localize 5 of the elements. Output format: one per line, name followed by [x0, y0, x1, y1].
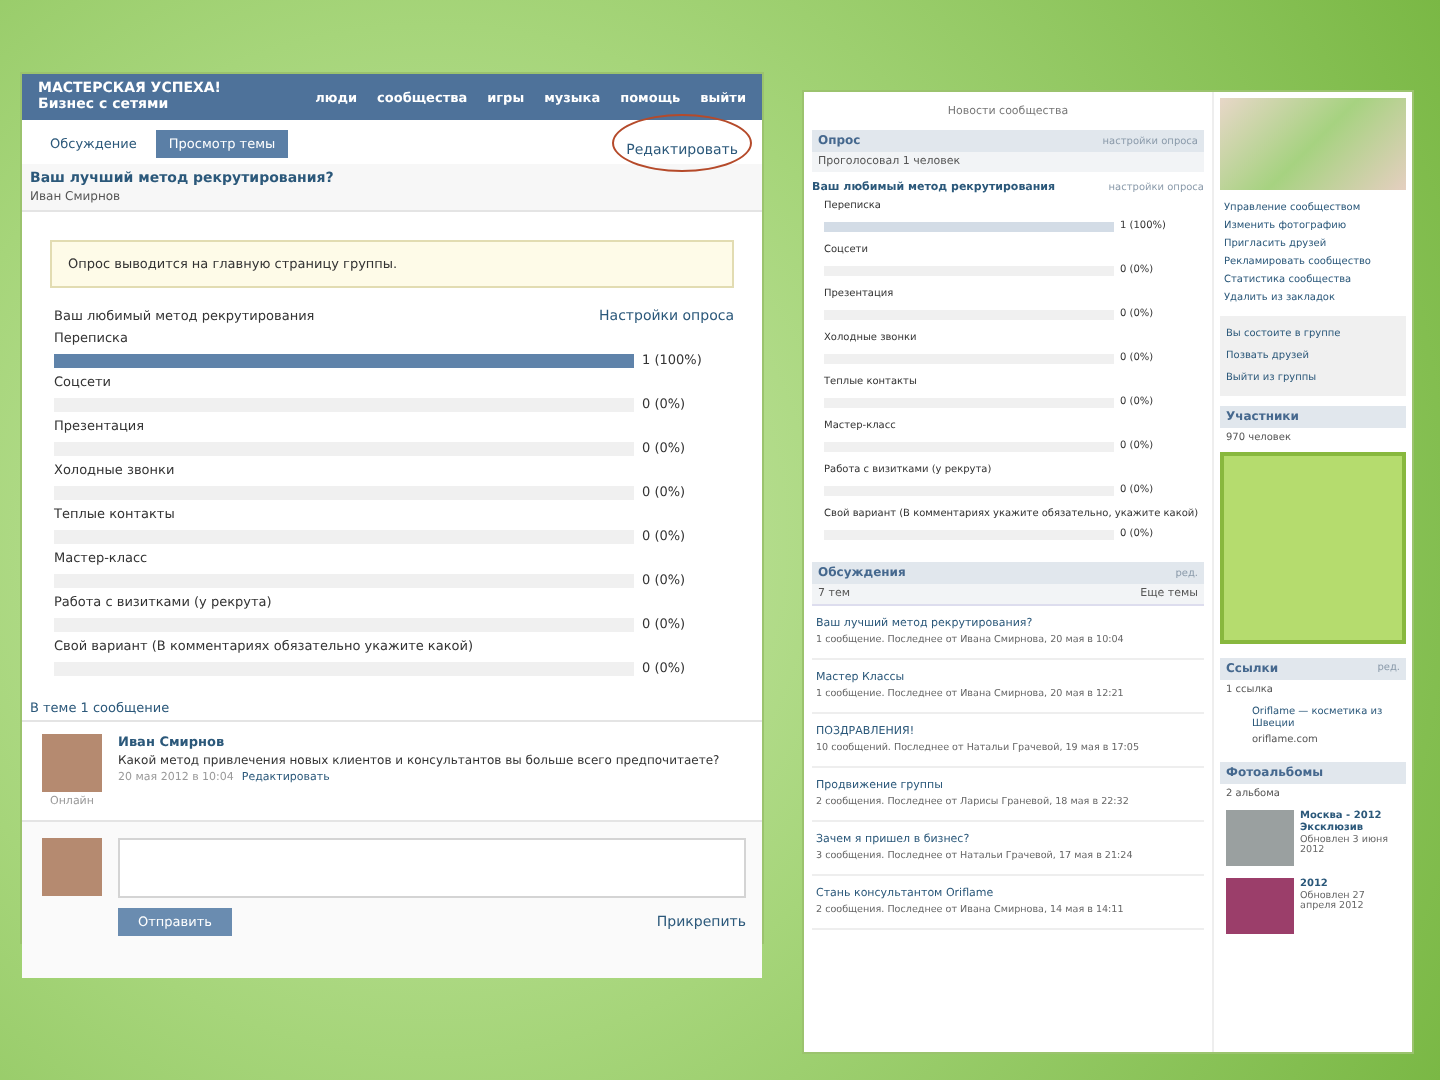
avatar-photo [42, 838, 102, 897]
reply-field[interactable] [118, 838, 746, 899]
album-thumbnail-photo [1226, 878, 1294, 934]
album-thumbnail-photo [1226, 810, 1294, 866]
avatar-photo [42, 734, 102, 793]
